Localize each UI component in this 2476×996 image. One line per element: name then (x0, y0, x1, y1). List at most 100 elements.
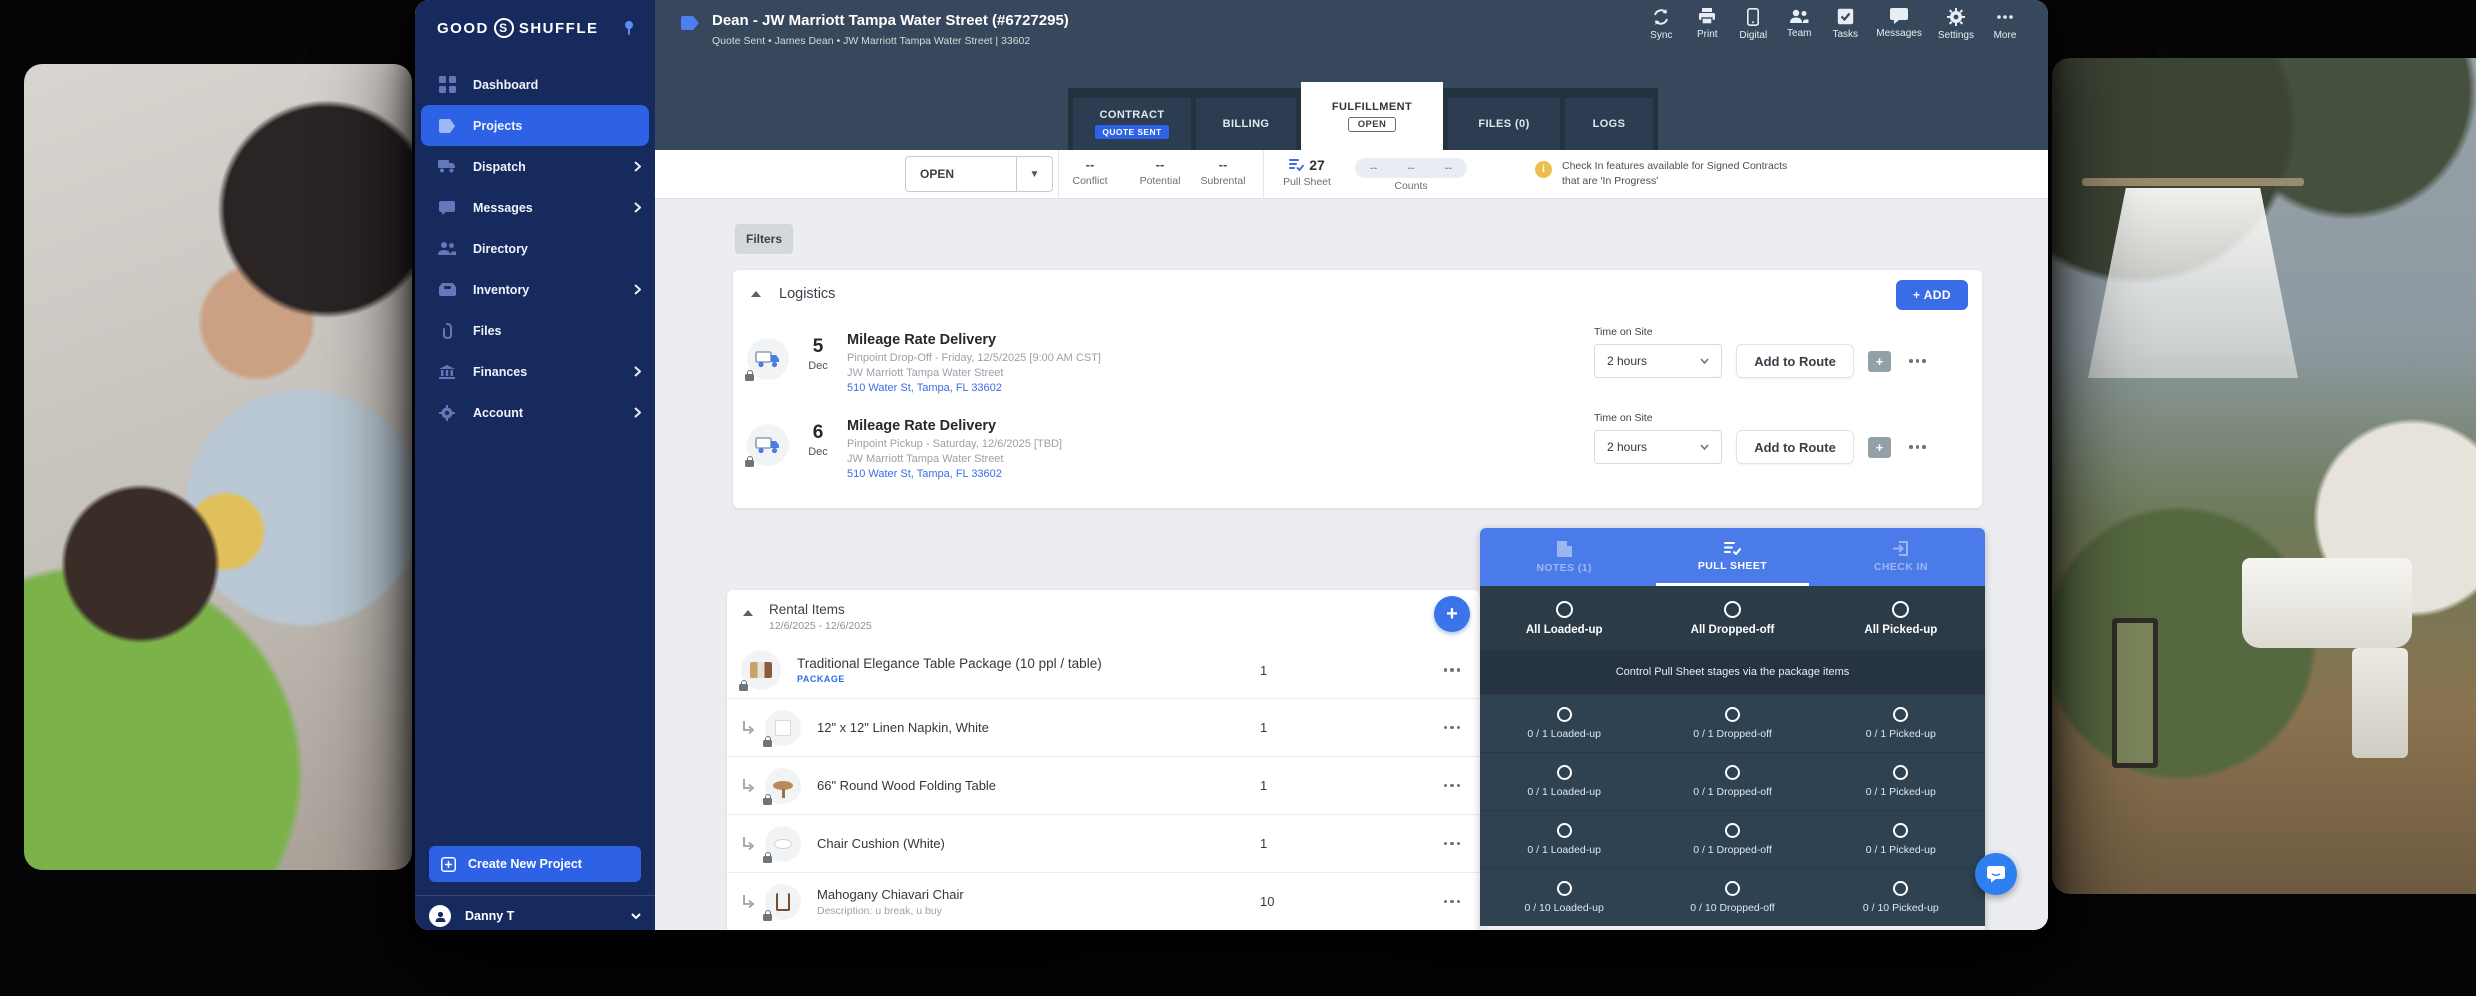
all-loaded-up-toggle[interactable] (1556, 601, 1573, 618)
picked-up-toggle[interactable] (1893, 823, 1908, 838)
sidebar-item-finances[interactable]: Finances (415, 351, 655, 392)
create-new-project-button[interactable]: Create New Project (429, 846, 641, 882)
collapse-logistics-icon[interactable] (751, 291, 761, 297)
box-icon (437, 283, 457, 296)
delivery-date: 5 Dec (789, 336, 847, 404)
truck-icon (747, 338, 789, 380)
check-in-icon (1893, 541, 1909, 556)
row-more-button[interactable] (1440, 664, 1465, 676)
dinner-chair (2352, 648, 2408, 758)
add-rental-item-button[interactable]: + (1434, 596, 1470, 632)
add-note-icon-button[interactable]: + (1868, 351, 1891, 372)
sidebar-item-projects[interactable]: Projects (421, 105, 649, 146)
pull-sheet-icon (1289, 159, 1304, 171)
team-icon (1789, 8, 1809, 24)
panel-tab-pull-sheet[interactable]: PULL SHEET (1648, 528, 1816, 586)
time-on-site-select[interactable]: 2 hours (1594, 344, 1722, 378)
paperclip-icon (437, 323, 457, 339)
row-more-button[interactable] (1905, 355, 1930, 367)
loaded-up-toggle[interactable] (1557, 823, 1572, 838)
sidebar-item-dashboard[interactable]: Dashboard (415, 64, 655, 105)
sidebar-item-directory[interactable]: Directory (415, 228, 655, 269)
digital-button[interactable]: Digital (1738, 8, 1768, 41)
rental-date-range: 12/6/2025 - 12/6/2025 (769, 620, 872, 632)
all-dropped-off-toggle[interactable] (1724, 601, 1741, 618)
logistics-row-pickup: 6 Dec Mileage Rate Delivery Pinpoint Pic… (747, 412, 1966, 490)
loaded-up-toggle[interactable] (1557, 707, 1572, 722)
panel-tab-notes[interactable]: NOTES (1) (1480, 528, 1648, 586)
dropped-off-toggle[interactable] (1725, 765, 1740, 780)
tab-fulfillment[interactable]: FULFILLMENT OPEN (1301, 82, 1443, 150)
row-more-button[interactable] (1440, 722, 1465, 734)
ellipsis-icon (1996, 8, 2014, 26)
sidebar-item-inventory[interactable]: Inventory (415, 269, 655, 310)
panel-tab-check-in[interactable]: CHECK IN (1817, 528, 1985, 586)
chat-launcher-button[interactable] (1975, 853, 2017, 895)
picked-up-toggle[interactable] (1893, 881, 1908, 896)
sidebar-item-dispatch[interactable]: Dispatch (415, 146, 655, 187)
rental-item-row[interactable]: Mahogany Chiavari Chair Description: u b… (727, 872, 1480, 930)
add-logistics-button[interactable]: + ADD (1896, 280, 1968, 310)
loaded-up-toggle[interactable] (1557, 765, 1572, 780)
plus-square-icon (441, 857, 456, 872)
item-thumbnail (765, 884, 801, 920)
logo-s-icon: S (494, 18, 514, 38)
dropped-off-toggle[interactable] (1725, 823, 1740, 838)
time-on-site-select[interactable]: 2 hours (1594, 430, 1722, 464)
picked-up-toggle[interactable] (1893, 707, 1908, 722)
settings-button[interactable]: Settings (1938, 8, 1974, 41)
sidebar-item-files[interactable]: Files (415, 310, 655, 351)
logistics-row-address-link[interactable]: 510 Water St, Tampa, FL 33602 (847, 382, 1594, 394)
row-more-button[interactable] (1440, 780, 1465, 792)
sidebar-item-label: Account (473, 406, 523, 420)
chevron-down-icon (631, 913, 641, 919)
tab-files[interactable]: FILES (0) (1448, 98, 1560, 150)
collapse-rentals-icon[interactable] (743, 610, 753, 616)
picked-up-toggle[interactable] (1893, 765, 1908, 780)
lock-icon (763, 914, 772, 921)
pull-sheet-stat[interactable]: 27 Pull Sheet (1267, 157, 1347, 188)
people-icon (437, 242, 457, 255)
all-picked-up-toggle[interactable] (1892, 601, 1909, 618)
rental-items-title: Rental Items (769, 602, 872, 617)
rental-item-row[interactable]: 66" Round Wood Folding Table 1 (727, 756, 1480, 814)
sidebar: GOOD S SHUFFLE Dashboard (415, 0, 655, 930)
print-button[interactable]: Print (1692, 8, 1722, 41)
goodshuffle-logo[interactable]: GOOD S SHUFFLE (437, 18, 599, 38)
dropped-off-toggle[interactable] (1725, 707, 1740, 722)
messages-button[interactable]: Messages (1876, 8, 1922, 41)
item-quantity: 1 (1260, 663, 1267, 678)
dropped-off-toggle[interactable] (1725, 881, 1740, 896)
loaded-up-toggle[interactable] (1557, 881, 1572, 896)
chevron-down-icon (1700, 358, 1709, 364)
sync-button[interactable]: Sync (1646, 8, 1676, 41)
tab-logs[interactable]: LOGS (1565, 98, 1653, 150)
more-button[interactable]: More (1990, 8, 2020, 41)
app-window: GOOD S SHUFFLE Dashboard (415, 0, 2048, 930)
sidebar-item-messages[interactable]: Messages (415, 187, 655, 228)
add-to-route-button[interactable]: Add to Route (1736, 344, 1854, 378)
package-row[interactable]: Traditional Elegance Table Package (10 p… (727, 642, 1480, 698)
fulfillment-status-bar: OPEN ▼ -- Conflict -- Potential -- Subre… (655, 150, 2048, 198)
logistics-row-detail: Pinpoint Pickup - Saturday, 12/6/2025 [T… (847, 438, 1594, 450)
gear-icon (1947, 8, 1965, 26)
page-title: Dean - JW Marriott Tampa Water Street (#… (712, 12, 1069, 29)
status-select[interactable]: OPEN ▼ (905, 156, 1053, 192)
pin-icon[interactable] (621, 20, 637, 36)
tab-billing[interactable]: BILLING (1196, 98, 1296, 150)
user-menu[interactable]: Danny T (429, 902, 641, 930)
add-to-route-button[interactable]: Add to Route (1736, 430, 1854, 464)
sidebar-item-account[interactable]: Account (415, 392, 655, 433)
row-more-button[interactable] (1440, 896, 1465, 908)
tasks-button[interactable]: Tasks (1830, 8, 1860, 41)
add-note-icon-button[interactable]: + (1868, 437, 1891, 458)
team-button[interactable]: Team (1784, 8, 1814, 41)
lock-icon (739, 684, 748, 691)
rental-item-row[interactable]: 12" x 12" Linen Napkin, White 1 (727, 698, 1480, 756)
row-more-button[interactable] (1440, 838, 1465, 850)
rental-item-row[interactable]: Chair Cushion (White) 1 (727, 814, 1480, 872)
row-more-button[interactable] (1905, 441, 1930, 453)
logistics-row-address-link[interactable]: 510 Water St, Tampa, FL 33602 (847, 468, 1594, 480)
filters-button[interactable]: Filters (735, 224, 793, 254)
tab-contract[interactable]: CONTRACT QUOTE SENT (1073, 98, 1191, 150)
